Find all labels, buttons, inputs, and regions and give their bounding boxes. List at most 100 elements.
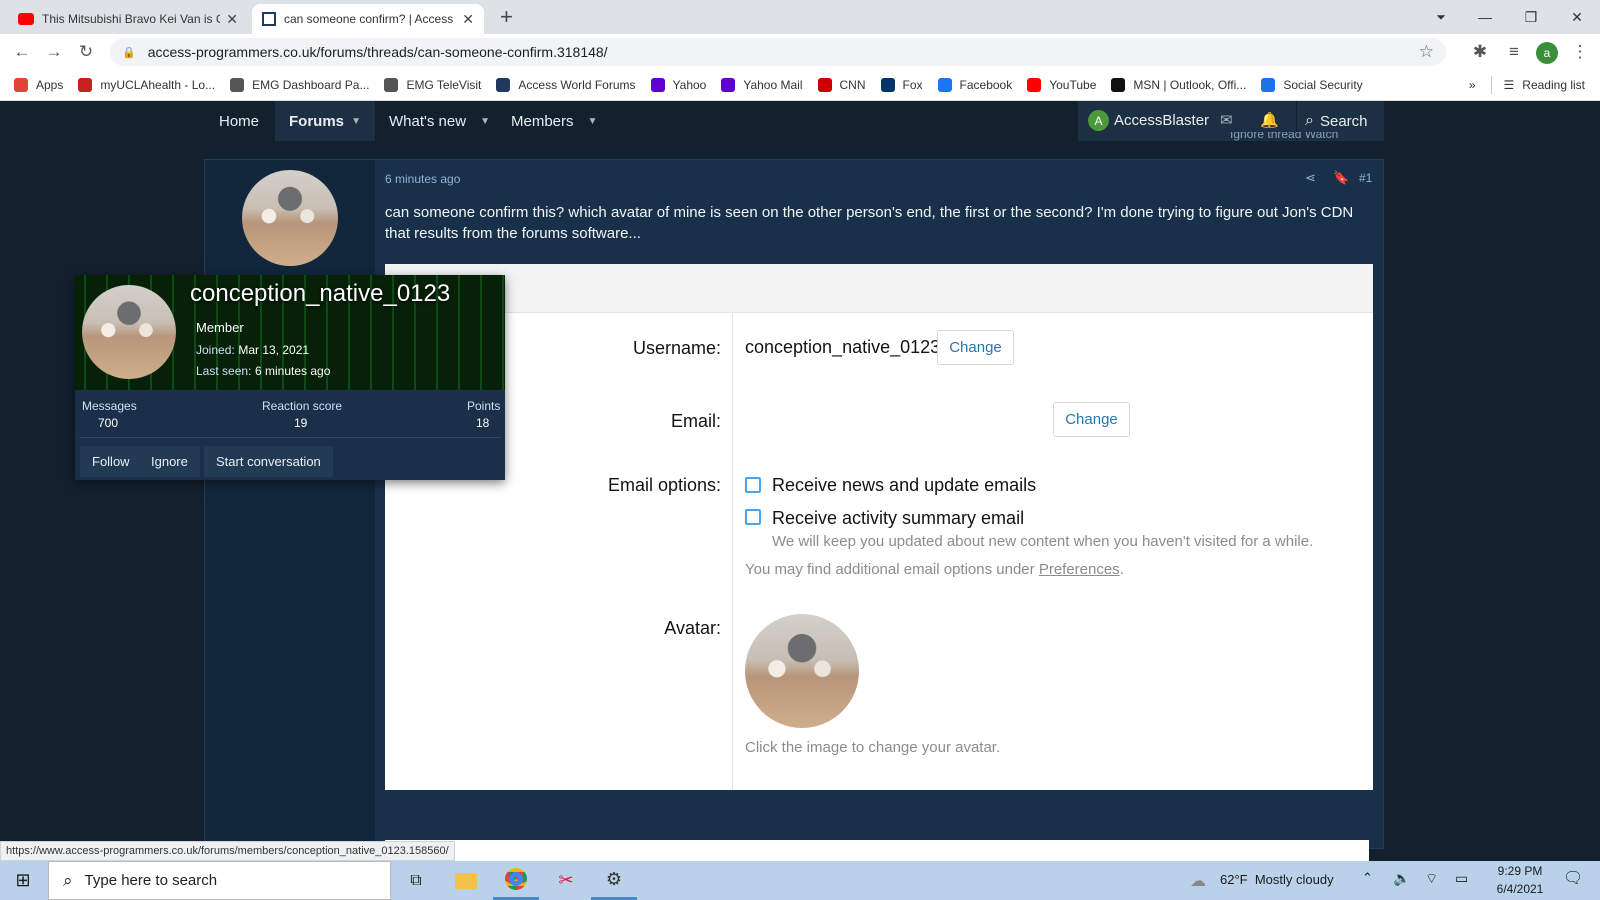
url-bar[interactable]: 🔒 access-programmers.co.uk/forums/thread… [110, 38, 1446, 66]
form-avatar[interactable] [745, 614, 859, 728]
wifi-icon[interactable]: ⌔ [1425, 870, 1438, 888]
bookmark-item[interactable]: EMG TeleVisit [384, 78, 481, 92]
file-explorer-icon[interactable] [443, 861, 489, 900]
points-label[interactable]: Points [467, 399, 500, 413]
bookmark-item[interactable]: CNN [817, 78, 866, 92]
thread-actions[interactable]: Ignore thread Watch [1230, 132, 1338, 143]
youtube-icon [18, 13, 34, 25]
window-close-icon[interactable]: ✕ [1554, 0, 1600, 34]
bell-icon[interactable]: 🔔 [1260, 111, 1279, 129]
tab-access[interactable]: can someone confirm? | Access W ✕ [252, 4, 484, 34]
mail-icon [721, 78, 736, 92]
chrome-icon[interactable] [493, 861, 539, 900]
email-change-button[interactable]: Change [1053, 402, 1130, 437]
form-header [385, 264, 1373, 313]
member-avatar[interactable] [82, 285, 176, 379]
user-link[interactable]: AccessBlaster [1114, 112, 1209, 129]
yahoo-icon [650, 78, 665, 92]
close-icon[interactable]: ✕ [226, 11, 238, 28]
extensions-icon[interactable]: ✱ [1468, 40, 1492, 64]
globe-icon [384, 78, 399, 92]
nav-whats-new-label: What's new [389, 112, 467, 130]
start-conversation-button[interactable]: Start conversation [204, 446, 333, 477]
search-label: Search [1319, 112, 1368, 130]
bookmark-item[interactable]: Yahoo Mail [721, 78, 803, 92]
username-change-button[interactable]: Change [937, 330, 1014, 365]
activity-hint: We will keep you updated about new conte… [772, 533, 1314, 550]
battery-icon[interactable]: ▭ [1455, 870, 1468, 887]
bookmark-icon[interactable]: 🔖 [1333, 170, 1349, 186]
post-number[interactable]: #1 [1359, 171, 1372, 185]
bookmark-item[interactable]: EMG Dashboard Pa... [230, 78, 369, 92]
nav-forums[interactable]: Forums ▼ [275, 101, 375, 141]
clock-time[interactable]: 9:29 PM [1490, 864, 1550, 878]
messages-value: 700 [98, 416, 119, 430]
bookmark-label: MSN | Outlook, Offi... [1133, 78, 1247, 92]
new-tab-icon[interactable]: + [500, 4, 513, 30]
url-text: access-programmers.co.uk/forums/threads/… [147, 44, 608, 60]
chevron-down-icon[interactable]: ▼ [480, 116, 490, 127]
reading-list[interactable]: ☰ Reading list [1504, 78, 1585, 92]
bookmark-label: myUCLAhealth - Lo... [100, 78, 216, 92]
bookmark-label: Yahoo [672, 78, 707, 92]
bookmark-item[interactable]: MSN | Outlook, Offi... [1111, 78, 1246, 92]
chevron-up-icon[interactable]: ⌃ [1362, 870, 1373, 886]
preferences-link[interactable]: Preferences [1039, 561, 1120, 578]
restore-icon[interactable]: ❐ [1508, 0, 1554, 34]
snipping-tool-icon[interactable]: ✂ [543, 861, 589, 900]
post-avatar[interactable] [242, 170, 338, 266]
close-icon[interactable]: ✕ [462, 11, 474, 28]
bookmark-item[interactable]: YouTube [1027, 78, 1096, 92]
ignore-button[interactable]: Ignore [139, 446, 200, 477]
bookmark-item[interactable]: Social Security [1261, 78, 1363, 92]
follow-button[interactable]: Follow [80, 446, 142, 477]
inbox-icon[interactable]: ✉ [1220, 111, 1233, 129]
more-bookmarks-icon[interactable]: » [1469, 78, 1476, 92]
volume-icon[interactable]: 🔈 [1393, 870, 1410, 887]
minimize-icon[interactable]: — [1462, 0, 1508, 34]
nav-whats-new[interactable]: What's new ▼ [375, 101, 504, 141]
bookmark-label: CNN [839, 78, 866, 92]
reload-icon[interactable]: ↻ [74, 40, 98, 64]
form-divider [732, 313, 733, 790]
tab-youtube[interactable]: This Mitsubishi Bravo Kei Van is C ✕ [8, 4, 248, 34]
task-view-icon[interactable]: ⧉ [393, 861, 439, 900]
clock-date[interactable]: 6/4/2021 [1490, 882, 1550, 896]
bookmark-item[interactable]: Fox [880, 78, 923, 92]
weather-text[interactable]: 62°F Mostly cloudy [1220, 872, 1334, 887]
profile-avatar[interactable]: a [1536, 42, 1558, 64]
activity-checkbox[interactable] [745, 509, 761, 525]
media-icon[interactable]: ≡ [1502, 40, 1526, 64]
messages-label[interactable]: Messages [82, 399, 137, 413]
member-last-seen: Last seen: 6 minutes ago [196, 363, 330, 378]
weather-icon[interactable]: ☁ [1190, 871, 1206, 891]
menu-icon[interactable]: ⋮ [1568, 40, 1592, 64]
back-icon[interactable]: ← [10, 40, 34, 64]
forward-icon[interactable]: → [42, 40, 66, 64]
bookmark-item[interactable]: Access World Forums [496, 78, 636, 92]
chevron-down-icon[interactable]: ▼ [351, 116, 361, 127]
tab-search-icon[interactable]: ⏷ [1418, 0, 1464, 34]
windows-start-icon[interactable]: ⊞ [0, 861, 46, 900]
chevron-down-icon[interactable]: ▼ [588, 116, 598, 127]
user-avatar[interactable]: A [1088, 110, 1109, 131]
nav-members[interactable]: Members ▼ [497, 101, 611, 141]
bookmark-item[interactable]: Yahoo [650, 78, 707, 92]
news-option-label: Receive news and update emails [772, 475, 1037, 495]
bookmark-item[interactable]: myUCLAhealth - Lo... [78, 78, 215, 92]
nav-home[interactable]: Home [205, 101, 273, 141]
share-icon[interactable]: ⋖ [1305, 170, 1316, 186]
member-name[interactable]: conception_native_0123 [190, 280, 450, 308]
news-checkbox[interactable] [745, 477, 761, 493]
reaction-label[interactable]: Reaction score [262, 399, 342, 413]
taskbar-search[interactable]: ⌕ Type here to search [48, 861, 391, 900]
bookmark-item[interactable]: Facebook [937, 78, 1012, 92]
notifications-icon[interactable]: 🗨 [1563, 868, 1583, 888]
member-joined: Joined: Mar 13, 2021 [196, 342, 309, 357]
settings-icon[interactable]: ⚙ [591, 861, 637, 900]
star-icon[interactable]: ☆ [1419, 42, 1434, 62]
avatar-hint: Click the image to change your avatar. [745, 739, 1001, 756]
post-time[interactable]: 6 minutes ago [385, 172, 460, 186]
bookmark-item[interactable]: Apps [14, 78, 63, 92]
last-seen-value: 6 minutes ago [255, 364, 331, 378]
